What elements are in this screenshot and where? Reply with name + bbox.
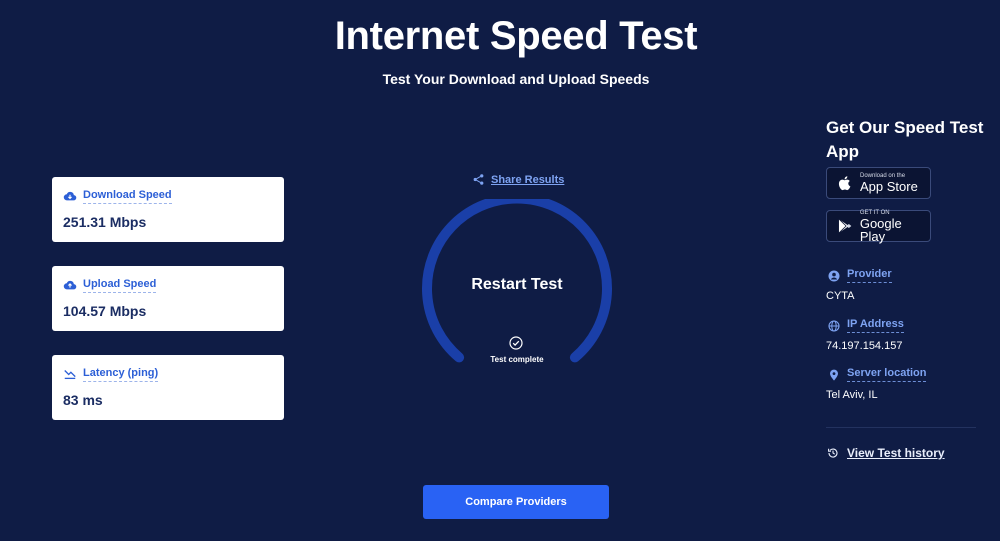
ip-address-header: IP Address [828, 318, 904, 333]
history-icon [827, 447, 839, 459]
restart-test-button[interactable]: Restart Test [420, 276, 614, 294]
latency-card: Latency (ping) 83 ms [52, 355, 284, 420]
upload-speed-card: Upload Speed 104.57 Mbps [52, 266, 284, 331]
user-icon [828, 270, 840, 282]
view-test-history-link[interactable]: View Test history [827, 446, 945, 460]
globe-icon [828, 319, 840, 332]
location-pin-icon [828, 369, 840, 381]
latency-icon [63, 367, 77, 381]
ip-address-value: 74.197.154.157 [826, 340, 903, 352]
download-speed-value: 251.31 Mbps [63, 214, 147, 230]
test-status: Test complete [490, 355, 544, 364]
cloud-upload-icon [63, 278, 77, 292]
share-results-label: Share Results [491, 173, 565, 186]
provider-label[interactable]: Provider [847, 268, 892, 283]
apple-icon [838, 176, 851, 191]
compare-providers-button[interactable]: Compare Providers [423, 485, 609, 519]
upload-speed-value: 104.57 Mbps [63, 303, 147, 319]
download-speed-card: Download Speed 251.31 Mbps [52, 177, 284, 242]
sidebar-divider [826, 427, 976, 428]
page-subtitle: Test Your Download and Upload Speeds [382, 71, 650, 87]
latency-label[interactable]: Latency (ping) [83, 367, 159, 382]
google-play-icon [838, 218, 852, 234]
view-test-history-label: View Test history [847, 446, 945, 460]
app-promo-title: Get Our Speed Test App [826, 118, 984, 161]
latency-value: 83 ms [63, 392, 103, 408]
server-location-value: Tel Aviv, IL [826, 389, 878, 401]
app-store-text: App Store [860, 179, 918, 194]
provider-header: Provider [828, 268, 892, 283]
server-location-label[interactable]: Server location [847, 367, 927, 382]
cloud-download-icon [63, 189, 77, 203]
google-play-text: Google Play [859, 215, 902, 244]
upload-speed-label[interactable]: Upload Speed [83, 278, 157, 293]
share-results-link[interactable]: Share Results [472, 173, 564, 186]
check-circle-icon [509, 336, 523, 350]
google-play-small-text: GET IT ON [859, 209, 890, 216]
page-title: Internet Speed Test [334, 14, 698, 58]
download-speed-label[interactable]: Download Speed [83, 189, 172, 204]
google-play-badge[interactable]: GET IT ON Google Play [826, 209, 931, 244]
app-store-badge[interactable]: Download on the App Store [826, 167, 931, 199]
share-icon [472, 173, 485, 186]
provider-value: CYTA [826, 290, 855, 302]
ip-address-label[interactable]: IP Address [847, 318, 904, 333]
server-location-header: Server location [828, 367, 927, 382]
